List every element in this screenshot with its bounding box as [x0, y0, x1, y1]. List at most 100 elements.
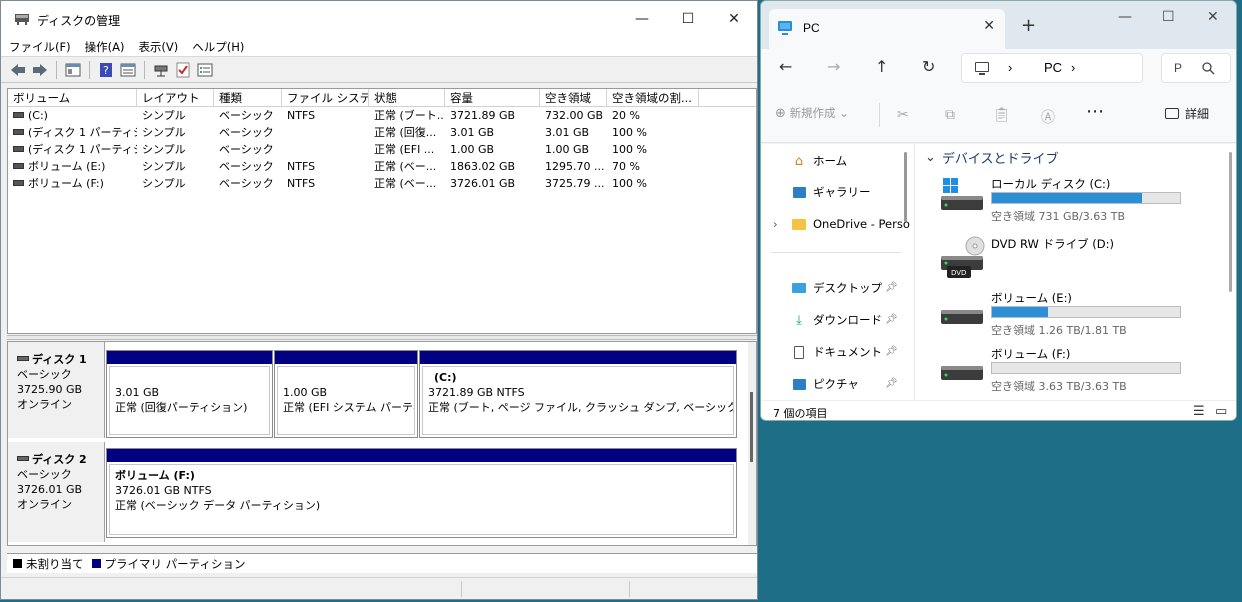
menu-file[interactable]: ファイル(F) [9, 39, 71, 55]
close-button[interactable]: ✕ [1207, 9, 1219, 25]
drive-d[interactable]: DVD DVD RW ドライブ (D:) [937, 236, 1236, 284]
partition-c[interactable]: (C:) 3721.89 GB NTFS 正常 (ブート, ページ ファイル, … [419, 350, 737, 438]
maximize-button[interactable]: ☐ [665, 1, 711, 37]
refresh-icon[interactable]: ↻ [922, 57, 935, 76]
column-layout[interactable]: レイアウト [137, 89, 214, 106]
connect-drive-icon[interactable] [152, 61, 170, 79]
nav-home[interactable]: ⌂ ホーム [791, 153, 847, 169]
close-button[interactable]: ✕ [711, 1, 757, 37]
partition-efi[interactable]: 1.00 GB 正常 (EFI システム パーティシ [274, 350, 418, 438]
scrollbar-thumb[interactable] [750, 392, 753, 462]
menu-action[interactable]: 操作(A) [85, 39, 125, 55]
legend-unallocated: 未割り当て [26, 556, 84, 571]
maximize-button[interactable]: ☐ [1162, 9, 1175, 25]
checklist-icon[interactable] [174, 61, 192, 79]
nav-desktop-label: デスクトップ [813, 281, 882, 295]
pin-icon[interactable]: 📌︎ [885, 346, 898, 357]
pane-divider[interactable] [914, 144, 915, 400]
pin-icon[interactable]: 📌︎ [885, 378, 898, 389]
volume-layout: シンプル [142, 160, 186, 173]
nav-gallery[interactable]: ギャラリー [791, 184, 871, 200]
partition-f[interactable]: ボリューム (F:) 3726.01 GB NTFS 正常 (ベーシック データ… [106, 448, 737, 538]
pane-splitter[interactable] [7, 335, 757, 340]
volume-row[interactable]: ボリューム (F:) シンプル ベーシック NTFS 正常 (ベー... 372… [8, 175, 756, 192]
minimize-button[interactable]: — [1118, 9, 1132, 25]
partition-status: 正常 (EFI システム パーティシ [283, 401, 414, 414]
column-filesystem[interactable]: ファイル システム [282, 89, 369, 106]
drive-c[interactable]: ローカル ディスク (C:) 空き領域 731 GB/3.63 TB [937, 176, 1236, 224]
volume-row[interactable]: ボリューム (E:) シンプル ベーシック NTFS 正常 (ベー... 186… [8, 158, 756, 175]
content-scrollbar[interactable] [1229, 152, 1232, 292]
list-view-icon[interactable]: ☰ [1193, 404, 1205, 419]
volume-layout: シンプル [142, 126, 186, 139]
new-tab-button[interactable]: + [1021, 15, 1036, 36]
volume-row[interactable]: (ディスク 1 パーティシ... シンプル ベーシック 正常 (回復... 3.… [8, 124, 756, 141]
graph-scrollbar[interactable] [748, 342, 756, 545]
nav-downloads[interactable]: ⤓ ダウンロード [791, 312, 882, 328]
tab-close-icon[interactable]: ✕ [983, 18, 995, 34]
properties-icon[interactable] [119, 61, 137, 79]
volume-row[interactable]: (ディスク 1 パーティシ... シンプル ベーシック 正常 (EFI ... … [8, 141, 756, 158]
menu-help[interactable]: ヘルプ(H) [192, 39, 244, 55]
more-options-icon[interactable]: ⋯ [1086, 101, 1104, 122]
column-free-space[interactable]: 空き領域 [540, 89, 607, 106]
volume-status: 正常 (ブート... [374, 109, 445, 122]
tab-pc[interactable]: PC ✕ [769, 9, 1005, 49]
disk-1-label[interactable]: ディスク 1 ベーシック 3725.90 GB オンライン [8, 342, 105, 438]
breadcrumb-pc[interactable]: PC [1044, 60, 1062, 75]
chevron-right-icon[interactable]: › [1008, 60, 1012, 75]
column-volume[interactable]: ボリューム [8, 89, 137, 106]
help-icon[interactable]: ? [97, 61, 115, 79]
copy-icon[interactable]: ⧉ [945, 107, 955, 123]
chevron-right-icon[interactable]: › [1071, 60, 1075, 75]
forward-icon[interactable]: → [827, 57, 840, 76]
pin-icon[interactable]: 📌︎ [885, 282, 898, 293]
back-arrow-icon[interactable] [9, 61, 27, 79]
status-bar [1, 577, 757, 599]
chevron-right-icon[interactable]: › [773, 217, 778, 231]
disk-name: ディスク 1 [32, 353, 87, 366]
address-bar[interactable]: › PC › [961, 53, 1143, 83]
new-button[interactable]: ⊕ 新規作成 ⌄ [775, 105, 849, 121]
nav-desktop[interactable]: デスクトップ [791, 280, 882, 296]
nav-onedrive[interactable]: OneDrive - Perso [791, 217, 910, 231]
cut-icon[interactable]: ✂ [897, 107, 909, 123]
details-button[interactable]: 詳細 [1165, 105, 1209, 122]
volume-list: ボリューム レイアウト 種類 ファイル システム 状態 容量 空き領域 空き領域… [7, 88, 757, 334]
nav-documents[interactable]: ドキュメント [791, 344, 882, 360]
disk-2-label[interactable]: ディスク 2 ベーシック 3726.01 GB オンライン [8, 442, 105, 542]
menu-view[interactable]: 表示(V) [138, 39, 178, 55]
drive-e[interactable]: ボリューム (E:) 空き領域 1.26 TB/1.81 TB [937, 290, 1236, 338]
command-bar: ⊕ 新規作成 ⌄ ✂ ⧉ 📋︎ Ⓐ ⋯ 詳細 [761, 87, 1236, 143]
console-tree-icon[interactable] [64, 61, 82, 79]
window-title: ディスクの管理 [37, 14, 121, 28]
volume-type: ベーシック [219, 143, 274, 156]
partition-recovery[interactable]: 3.01 GB 正常 (回復パーティション) [106, 350, 273, 438]
up-icon[interactable]: ↑ [875, 57, 888, 76]
dvd-badge: DVD [951, 269, 966, 277]
tile-view-icon[interactable]: ▭ [1215, 404, 1227, 419]
legend: 未割り当て プライマリ パーティション [7, 553, 757, 573]
nav-scrollbar[interactable] [904, 152, 907, 222]
drive-f[interactable]: ボリューム (F:) 空き領域 3.63 TB/3.63 TB [937, 346, 1236, 394]
volume-status: 正常 (ベー... [374, 160, 437, 173]
new-label: 新規作成 [789, 106, 836, 120]
minimize-button[interactable]: — [619, 1, 665, 37]
settings-list-icon[interactable] [196, 61, 214, 79]
forward-arrow-icon[interactable] [31, 61, 49, 79]
nav-pictures[interactable]: ピクチャ [791, 376, 859, 392]
column-status[interactable]: 状態 [369, 89, 445, 106]
devices-group-header[interactable]: ⌄ デバイスとドライブ [925, 148, 1059, 167]
column-capacity[interactable]: 容量 [445, 89, 540, 106]
pin-icon[interactable]: 📌︎ [885, 314, 898, 325]
column-type[interactable]: 種類 [214, 89, 282, 106]
search-box[interactable]: P [1161, 53, 1231, 83]
column-free-percent[interactable]: 空き領域の割... [607, 89, 699, 106]
paste-icon[interactable]: 📋︎ [993, 107, 1011, 123]
back-icon[interactable]: ← [779, 57, 792, 76]
explorer-body: ⌂ ホーム ギャラリー › OneDrive - Perso デスクトップ 📌︎ … [761, 144, 1236, 400]
volume-row[interactable]: (C:) シンプル ベーシック NTFS 正常 (ブート... 3721.89 … [8, 107, 756, 124]
disk-management-icon [15, 14, 29, 25]
explorer-status-bar: 7 個の項目 ☰ ▭ [761, 400, 1236, 420]
rename-icon[interactable]: Ⓐ [1041, 107, 1055, 127]
